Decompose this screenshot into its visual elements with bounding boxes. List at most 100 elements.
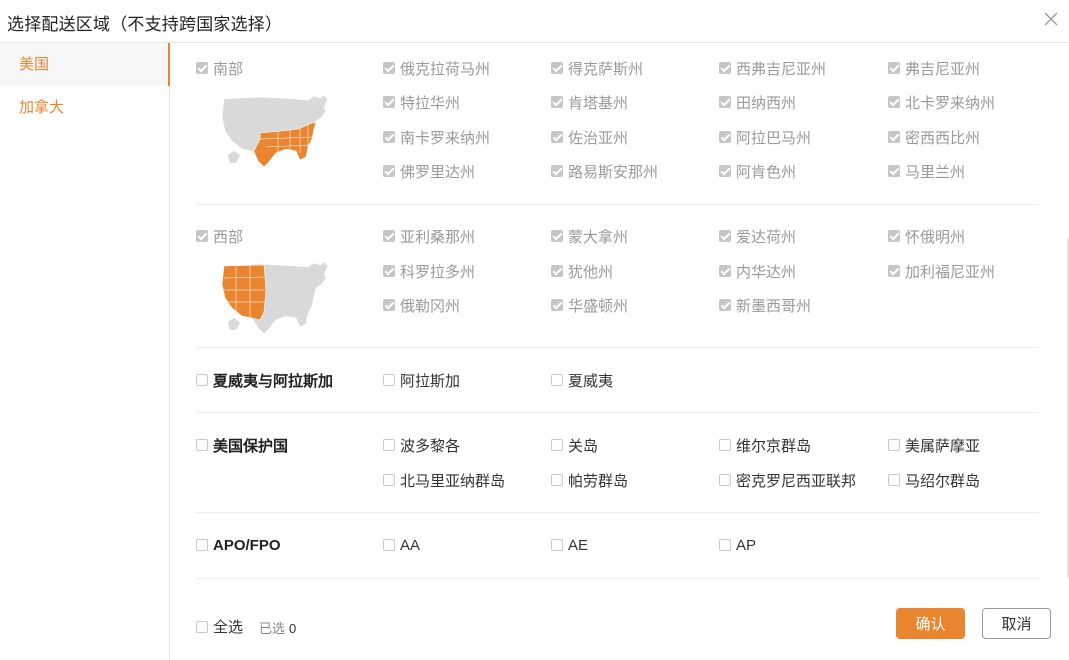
checkbox[interactable] — [719, 474, 731, 486]
state-checkbox[interactable]: 得克萨斯州 — [551, 58, 643, 78]
state-checkbox[interactable]: 内华达州 — [719, 261, 796, 281]
state-checkbox[interactable]: 维尔京群岛 — [719, 435, 811, 455]
checkbox[interactable] — [551, 299, 563, 311]
checkbox[interactable] — [196, 539, 208, 551]
checkbox[interactable] — [383, 474, 395, 486]
state-checkbox[interactable]: 密西西比州 — [888, 127, 980, 147]
state-checkbox[interactable]: 犹他州 — [551, 261, 613, 281]
checkbox[interactable] — [196, 62, 208, 74]
checkbox[interactable] — [196, 439, 208, 451]
state-label: 田纳西州 — [736, 94, 797, 112]
checkbox[interactable] — [383, 165, 395, 177]
state-checkbox[interactable]: 田纳西州 — [719, 92, 796, 112]
state-checkbox[interactable]: 帕劳群岛 — [551, 470, 628, 490]
checkbox[interactable] — [888, 439, 900, 451]
checkbox[interactable] — [719, 96, 731, 108]
checkbox[interactable] — [383, 539, 395, 551]
state-checkbox[interactable]: 肯塔基州 — [551, 92, 628, 112]
checkbox[interactable] — [888, 96, 900, 108]
state-checkbox[interactable]: 蒙大拿州 — [551, 226, 628, 246]
checkbox[interactable] — [196, 230, 208, 242]
region-checkbox-apo-fpo[interactable]: APO/FPO — [196, 535, 281, 555]
checkbox[interactable] — [383, 299, 395, 311]
sidebar-item-usa[interactable]: 美国 — [0, 43, 170, 86]
state-checkbox[interactable]: 加利福尼亚州 — [888, 261, 995, 281]
checkbox[interactable] — [888, 474, 900, 486]
state-checkbox[interactable]: 波多黎各 — [383, 435, 460, 455]
checkbox[interactable] — [888, 62, 900, 74]
checkbox[interactable] — [888, 165, 900, 177]
state-checkbox[interactable]: 北卡罗来纳州 — [888, 92, 995, 112]
sidebar-item-canada[interactable]: 加拿大 — [0, 86, 169, 129]
region-checkbox-territories[interactable]: 美国保护国 — [196, 435, 288, 455]
checkbox[interactable] — [551, 474, 563, 486]
checkbox[interactable] — [719, 131, 731, 143]
state-checkbox[interactable]: 美属萨摩亚 — [888, 435, 980, 455]
state-checkbox[interactable]: 佐治亚州 — [551, 127, 628, 147]
state-checkbox[interactable]: 马里兰州 — [888, 161, 965, 181]
checkbox[interactable] — [719, 539, 731, 551]
checkbox[interactable] — [551, 374, 563, 386]
region-checkbox-hawaii-alaska[interactable]: 夏威夷与阿拉斯加 — [196, 370, 333, 390]
checkbox[interactable] — [888, 131, 900, 143]
checkbox[interactable] — [551, 439, 563, 451]
state-checkbox[interactable]: 亚利桑那州 — [383, 226, 475, 246]
checkbox[interactable] — [383, 439, 395, 451]
close-icon[interactable] — [1044, 12, 1060, 28]
dialog-footer: 全选 已选 0 确认 取消 — [196, 606, 1056, 646]
state-checkbox[interactable]: AA — [383, 535, 420, 555]
state-checkbox[interactable]: 特拉华州 — [383, 92, 460, 112]
checkbox[interactable] — [196, 620, 208, 633]
state-checkbox[interactable]: 爱达荷州 — [719, 226, 796, 246]
checkbox[interactable] — [719, 230, 731, 242]
checkbox[interactable] — [551, 131, 563, 143]
state-checkbox[interactable]: 南卡罗来纳州 — [383, 127, 490, 147]
checkbox[interactable] — [719, 299, 731, 311]
cancel-button[interactable]: 取消 — [982, 608, 1051, 639]
region-checkbox-south[interactable]: 南部 — [196, 58, 243, 78]
state-checkbox[interactable]: 关岛 — [551, 435, 598, 455]
state-checkbox[interactable]: 密克罗尼西亚联邦 — [719, 470, 856, 490]
state-checkbox[interactable]: 马绍尔群岛 — [888, 470, 980, 490]
checkbox[interactable] — [551, 62, 563, 74]
state-checkbox[interactable]: 怀俄明州 — [888, 226, 965, 246]
checkbox[interactable] — [551, 165, 563, 177]
checkbox[interactable] — [383, 131, 395, 143]
checkbox[interactable] — [383, 96, 395, 108]
state-checkbox[interactable]: 西弗吉尼亚州 — [719, 58, 826, 78]
state-checkbox[interactable]: 华盛顿州 — [551, 295, 628, 315]
state-checkbox[interactable]: 阿拉斯加 — [383, 370, 460, 390]
state-checkbox[interactable]: 阿拉巴马州 — [719, 127, 811, 147]
state-checkbox[interactable]: 科罗拉多州 — [383, 261, 475, 281]
state-checkbox[interactable]: 新墨西哥州 — [719, 295, 811, 315]
state-checkbox[interactable]: 佛罗里达州 — [383, 161, 475, 181]
state-checkbox[interactable]: 阿肯色州 — [719, 161, 796, 181]
state-checkbox[interactable]: 北马里亚纳群岛 — [383, 470, 505, 490]
checkbox[interactable] — [551, 539, 563, 551]
state-checkbox[interactable]: AE — [551, 535, 588, 555]
state-checkbox[interactable]: 弗吉尼亚州 — [888, 58, 980, 78]
checkbox[interactable] — [719, 439, 731, 451]
state-checkbox[interactable]: 夏威夷 — [551, 370, 613, 390]
checkbox[interactable] — [551, 96, 563, 108]
state-checkbox[interactable]: 路易斯安那州 — [551, 161, 658, 181]
checkbox[interactable] — [196, 374, 208, 386]
confirm-button[interactable]: 确认 — [896, 608, 965, 639]
state-checkbox[interactable]: 俄克拉荷马州 — [383, 58, 490, 78]
checkbox[interactable] — [551, 230, 563, 242]
checkbox[interactable] — [719, 165, 731, 177]
select-all-checkbox[interactable]: 全选 — [196, 616, 243, 637]
state-checkbox[interactable]: 俄勒冈州 — [383, 295, 460, 315]
checkbox[interactable] — [719, 265, 731, 277]
state-checkbox[interactable]: AP — [719, 535, 756, 555]
checkbox[interactable] — [383, 62, 395, 74]
checkbox[interactable] — [888, 230, 900, 242]
checkbox[interactable] — [383, 230, 395, 242]
checkbox[interactable] — [719, 62, 731, 74]
checkbox[interactable] — [383, 374, 395, 386]
state-label: 佛罗里达州 — [400, 163, 476, 181]
checkbox[interactable] — [551, 265, 563, 277]
checkbox[interactable] — [383, 265, 395, 277]
checkbox[interactable] — [888, 265, 900, 277]
region-checkbox-west[interactable]: 西部 — [196, 226, 243, 246]
